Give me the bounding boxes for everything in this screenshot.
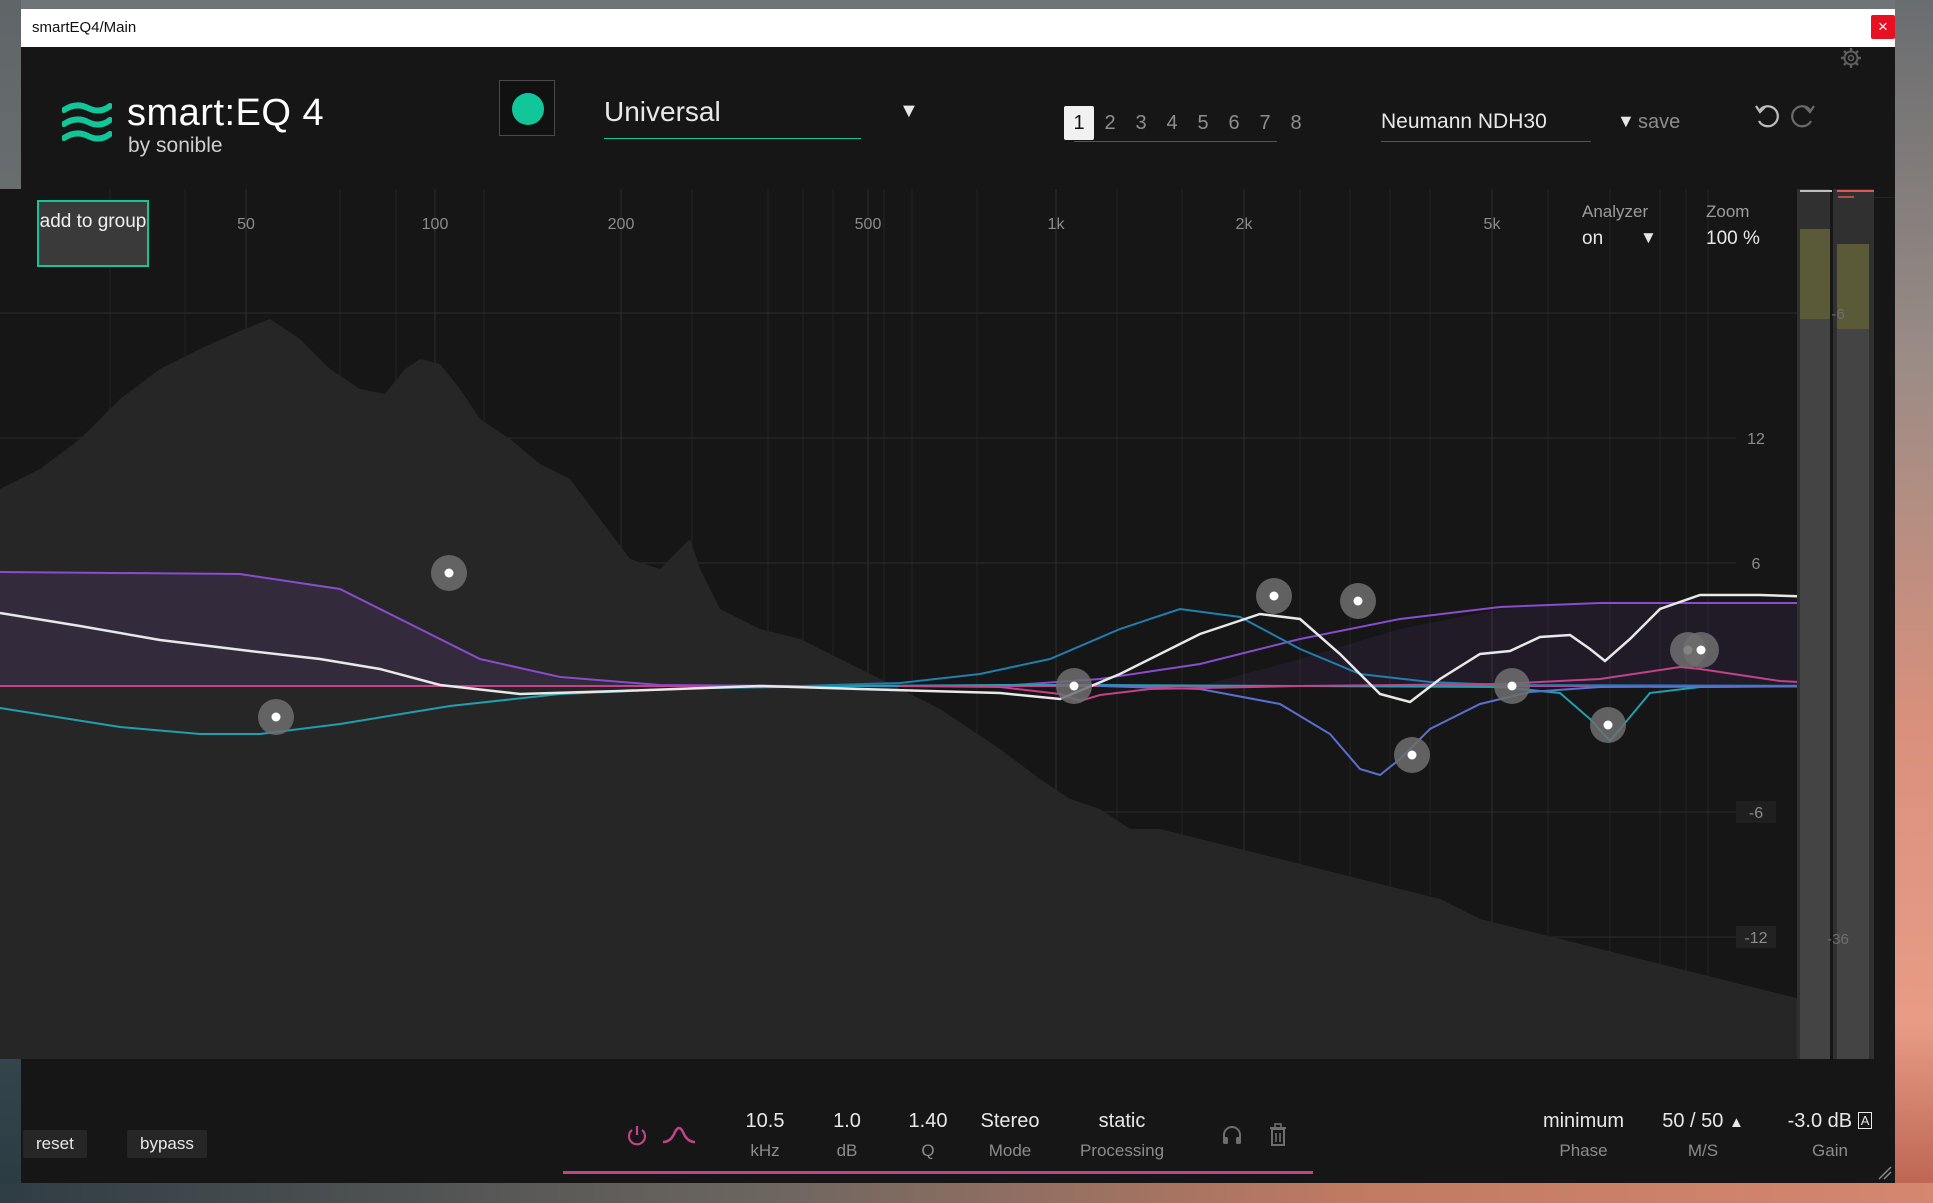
- group-tab-6[interactable]: 6: [1219, 106, 1249, 140]
- selected-band-indicator: [563, 1171, 1313, 1174]
- output-gain-value: -3.0 dB: [1787, 1110, 1853, 1132]
- svg-text:1k: 1k: [1048, 216, 1066, 233]
- window-title: smartEQ4/Main: [32, 19, 137, 36]
- resize-handle-icon[interactable]: [1877, 1165, 1893, 1181]
- save-button[interactable]: save: [1638, 111, 1680, 134]
- profile-underline: [604, 138, 861, 139]
- auto-gain-badge[interactable]: A: [1857, 1112, 1873, 1129]
- band-processing-value: static: [1098, 1110, 1146, 1132]
- bypass-button[interactable]: bypass: [127, 1130, 207, 1158]
- device-select[interactable]: Neumann NDH30 ▼: [1381, 110, 1635, 142]
- zoom-control[interactable]: Zoom 100 %: [1706, 202, 1760, 249]
- band-q-unit: Q: [921, 1141, 935, 1160]
- reset-button[interactable]: reset: [23, 1130, 87, 1158]
- brand-name: smart:EQ 4: [127, 92, 325, 134]
- output-gain-control[interactable]: -3.0 dB A Gain: [1775, 1110, 1885, 1161]
- zoom-label: Zoom: [1706, 202, 1750, 221]
- svg-text:100: 100: [422, 216, 449, 233]
- band-mode-label: Mode: [988, 1141, 1032, 1160]
- group-underline: [1074, 141, 1277, 142]
- add-to-group-button[interactable]: add to group: [37, 200, 149, 267]
- profile-value: Universal: [604, 96, 721, 127]
- svg-text:500: 500: [855, 216, 882, 233]
- band-processing-label: Processing: [1079, 1141, 1165, 1160]
- band-frequency-unit: kHz: [750, 1141, 780, 1160]
- analyzer-value: on: [1582, 228, 1604, 249]
- headphones-icon[interactable]: [1221, 1124, 1243, 1146]
- group-tab-4[interactable]: 4: [1157, 106, 1187, 140]
- band-gain-unit: dB: [836, 1141, 858, 1160]
- trash-icon[interactable]: [1268, 1123, 1288, 1147]
- desktop-background-right: [1895, 0, 1933, 1203]
- band-q[interactable]: 1.40 Q: [901, 1110, 955, 1161]
- device-value: Neumann NDH30: [1381, 110, 1547, 133]
- phase-label: Phase: [1559, 1141, 1608, 1160]
- group-tab-2[interactable]: 2: [1095, 106, 1125, 140]
- band-frequency[interactable]: 10.5 kHz: [738, 1110, 792, 1161]
- svg-text:-6: -6: [1749, 805, 1763, 822]
- redo-icon[interactable]: [1787, 101, 1817, 131]
- triangle-down-icon[interactable]: ▼: [1640, 228, 1657, 248]
- svg-text:-6: -6: [1831, 306, 1844, 323]
- svg-text:50: 50: [237, 216, 255, 233]
- profile-active-indicator: [512, 93, 544, 125]
- analyzer-label: Analyzer: [1582, 202, 1649, 221]
- group-tab-7[interactable]: 7: [1250, 106, 1280, 140]
- band-mode-value: Stereo: [980, 1110, 1040, 1132]
- group-tab-8[interactable]: 8: [1281, 106, 1311, 140]
- profile-toggle-button[interactable]: [499, 80, 555, 136]
- output-gain-row: -3.0 dB A: [1775, 1110, 1885, 1133]
- sonible-waves-icon: [62, 102, 112, 142]
- bell-filter-icon[interactable]: [661, 1124, 697, 1146]
- gear-icon[interactable]: [1840, 47, 1862, 69]
- band-processing[interactable]: static Processing: [1072, 1110, 1172, 1161]
- svg-text:5k: 5k: [1484, 216, 1502, 233]
- analyzer-control[interactable]: Analyzer on ▼: [1582, 202, 1657, 249]
- group-tab-1[interactable]: 1: [1064, 106, 1094, 140]
- ms-value: 50 / 50: [1662, 1110, 1724, 1132]
- eq-display[interactable]: 50 100 200 500 1k 2k 5k 12 6 -6 -12 -6 -…: [0, 189, 1874, 1059]
- zoom-value: 100 %: [1706, 228, 1760, 249]
- title-bar: smartEQ4/Main ×: [21, 9, 1895, 48]
- phase-value: minimum: [1542, 1110, 1625, 1132]
- band-q-value: 1.40: [908, 1110, 948, 1132]
- band-mode[interactable]: Stereo Mode: [970, 1110, 1050, 1161]
- desktop-background-bottom: [0, 1183, 1933, 1203]
- profile-select[interactable]: Universal ▼: [604, 96, 919, 139]
- ms-label: M/S: [1687, 1141, 1719, 1160]
- ms-control[interactable]: 50 / 50 ▲ M/S: [1657, 1110, 1749, 1161]
- svg-text:-12: -12: [1744, 930, 1767, 947]
- svg-text:-36: -36: [1827, 931, 1849, 948]
- band-gain[interactable]: 1.0 dB: [824, 1110, 870, 1161]
- group-tab-3[interactable]: 3: [1126, 106, 1156, 140]
- triangle-down-icon[interactable]: ▼: [1617, 111, 1635, 132]
- band-frequency-value: 10.5: [745, 1110, 785, 1132]
- svg-text:200: 200: [608, 216, 635, 233]
- phase-control[interactable]: minimum Phase: [1536, 1110, 1631, 1161]
- triangle-up-icon[interactable]: ▲: [1729, 1114, 1744, 1131]
- triangle-down-icon[interactable]: ▼: [899, 100, 919, 123]
- undo-icon[interactable]: [1753, 101, 1783, 131]
- group-tab-5[interactable]: 5: [1188, 106, 1218, 140]
- device-underline: [1381, 141, 1591, 142]
- svg-text:2k: 2k: [1236, 216, 1254, 233]
- ms-value-row: 50 / 50 ▲: [1657, 1110, 1749, 1133]
- band-gain-value: 1.0: [833, 1110, 861, 1132]
- band-power-icon[interactable]: [626, 1124, 648, 1146]
- svg-text:6: 6: [1752, 556, 1761, 573]
- output-gain-label: Gain: [1812, 1141, 1848, 1160]
- svg-text:12: 12: [1747, 431, 1765, 448]
- brand-byline: by sonible: [128, 134, 223, 157]
- close-button[interactable]: ×: [1871, 15, 1895, 39]
